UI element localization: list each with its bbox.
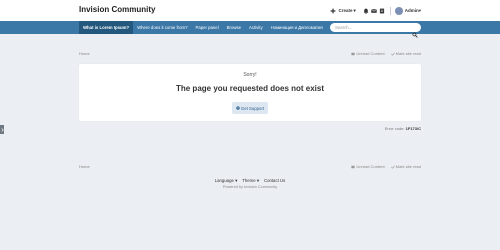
footer-unread-content-label: Unread Content	[356, 164, 385, 169]
language-label: Language	[214, 178, 234, 183]
footer-mark-site-read-link[interactable]: Mark site read	[390, 164, 421, 169]
theme-label: Theme	[242, 178, 256, 183]
messages-envelope-icon[interactable]	[370, 7, 378, 15]
nav-items: What is Lorem Ipsum? Where does it come …	[79, 21, 327, 34]
footer-breadcrumb-home[interactable]: Home	[79, 164, 90, 169]
caret-down-icon: ▾	[256, 178, 259, 183]
footer-breadcrumb: Home Unread Content Mark site read	[79, 164, 421, 170]
caret-down-icon: ▾	[235, 178, 238, 183]
divider	[389, 6, 391, 15]
mark-site-read-link[interactable]: Mark site read	[390, 51, 421, 56]
unread-icon	[351, 52, 356, 55]
search-icon[interactable]	[412, 25, 418, 38]
error-code: Error code: 1F173/C	[385, 126, 421, 131]
get-support-label: Get Support	[240, 105, 265, 111]
nav-item-what-is-lorem-ipsum[interactable]: What is Lorem Ipsum?	[79, 21, 134, 34]
theme-menu[interactable]: Theme ▾	[242, 178, 259, 184]
plus-icon	[329, 7, 337, 15]
contact-us-link[interactable]: Contact Us	[264, 178, 285, 184]
user-name-menu[interactable]: Admin	[405, 8, 419, 13]
create-menu-button[interactable]: Create ▾	[329, 7, 356, 15]
unread-content-link[interactable]: Unread Content	[351, 51, 385, 56]
mark-site-read-label: Mark site read	[395, 51, 421, 56]
caret-down-icon: ▾	[353, 7, 356, 13]
notifications-bell-icon[interactable]	[362, 7, 370, 15]
chevron-right-icon	[1, 127, 4, 132]
error-code-label: Error code:	[384, 126, 405, 131]
language-menu[interactable]: Language ▾	[215, 178, 238, 184]
caret-down-icon: ▾	[418, 7, 421, 13]
error-code-value: 1F173/C	[405, 126, 421, 131]
footer-links: Language ▾ Theme ▾ Contact Us	[0, 178, 500, 184]
site-header: Invision Community Create ▾ Admin ▾	[0, 0, 500, 21]
site-brand[interactable]: Invision Community	[79, 5, 155, 14]
check-icon	[390, 165, 395, 169]
nav-item-activity[interactable]: Activity	[245, 21, 267, 34]
footer-unread-content-link[interactable]: Unread Content	[351, 164, 385, 169]
unread-content-label: Unread Content	[356, 51, 385, 56]
error-card: Sorry! The page you requested does not e…	[79, 64, 421, 121]
error-sorry-text: Sorry!	[243, 72, 257, 78]
unread-icon	[351, 165, 356, 168]
error-title: The page you requested does not exist	[175, 84, 325, 93]
search-input[interactable]: Search...	[330, 23, 421, 38]
user-avatar[interactable]	[394, 6, 403, 15]
create-label: Create	[338, 8, 353, 13]
get-support-button[interactable]: ? Get Support	[232, 102, 268, 114]
user-bar: Create ▾ Admin ▾	[329, 5, 421, 16]
footer-breadcrumb-actions: Unread Content Mark site read	[351, 164, 421, 169]
nav-item-paper-panel[interactable]: Paper panel	[191, 21, 222, 34]
main-navigation: What is Lorem Ipsum? Where does it come …	[0, 21, 500, 34]
breadcrumb: Home Unread Content Mark site read	[79, 51, 421, 57]
reports-icon[interactable]	[378, 7, 386, 15]
search-placeholder: Search...	[335, 25, 353, 30]
check-icon	[390, 52, 395, 56]
breadcrumb-home[interactable]: Home	[79, 51, 90, 56]
footer-mark-site-read-label: Mark site read	[395, 164, 421, 169]
nav-item-browse[interactable]: Browse	[223, 21, 245, 34]
side-drawer-toggle[interactable]	[0, 125, 4, 134]
help-circle-icon: ?	[236, 106, 240, 110]
breadcrumb-actions: Unread Content Mark site read	[351, 51, 421, 56]
powered-by[interactable]: Powered by Invision Community	[0, 185, 500, 189]
nav-item-where-does-it-come-from[interactable]: Where does it come from?	[133, 21, 191, 34]
nav-item-nomination-diplomacy[interactable]: Номинация и Дипломатия	[267, 21, 327, 34]
